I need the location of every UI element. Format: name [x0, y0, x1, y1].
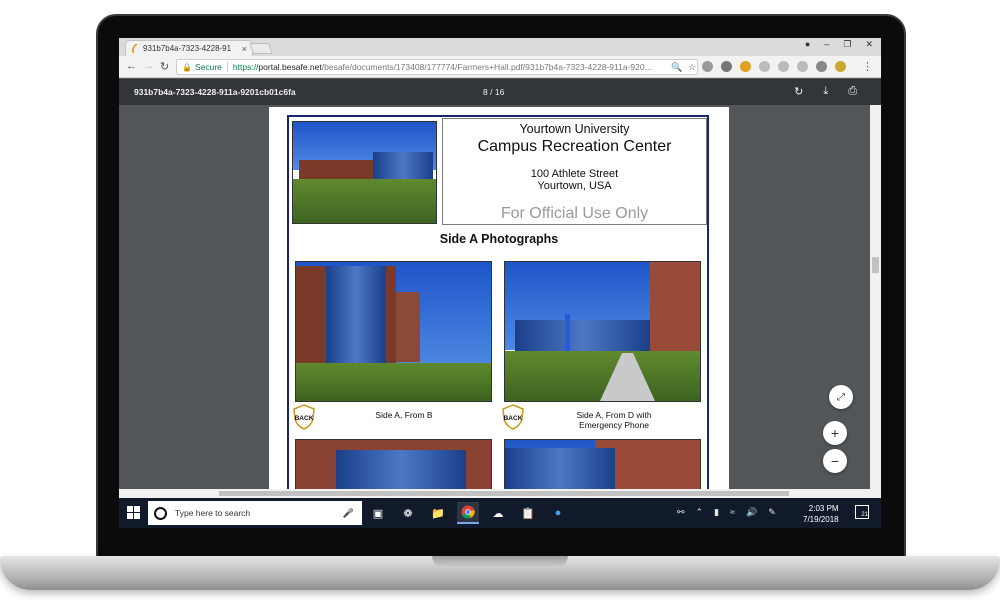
app-icon[interactable]: ☁	[487, 502, 509, 524]
page-indicator: 8 / 16	[483, 87, 504, 97]
header-building-photo	[292, 121, 437, 224]
volume-icon[interactable]: 🔊	[746, 507, 757, 518]
horizontal-scroll-thumb[interactable]	[219, 491, 789, 496]
system-tray: ⚯ ⌃ ▮ ≈ 🔊 ✎	[677, 507, 776, 518]
zoom-magnifier-icon[interactable]: 🔍	[671, 62, 682, 73]
vertical-scrollbar[interactable]	[870, 105, 881, 489]
app-icon[interactable]: ❁	[397, 502, 419, 524]
pdf-file-title: 931b7b4a-7323-4228-911a-9201cb01c6fa	[134, 87, 296, 97]
notification-count: 21	[861, 512, 868, 518]
extension-icons	[702, 61, 846, 72]
back-badge-text: BACK	[295, 415, 314, 422]
print-icon[interactable]: ⎙	[848, 85, 857, 98]
new-tab-button[interactable]	[248, 43, 274, 54]
browser-toolbar: ← → ↻ 🔒 Secure https:// portal.besafe.ne…	[119, 56, 881, 78]
window-controls: ● – ❐ ✕	[805, 39, 873, 50]
extension-icon[interactable]	[740, 61, 751, 72]
taskbar-search-input[interactable]: Type here to search 🎤	[148, 501, 362, 525]
url-scheme: https://	[232, 62, 259, 72]
city-address: Yourtown, USA	[537, 180, 612, 192]
zoom-in-button[interactable]: +	[823, 421, 847, 445]
restore-button[interactable]: ❐	[843, 39, 851, 50]
screen: 931b7b4a-7323-4228-91 × ● – ❐ ✕ ← → ↻ 🔒 …	[119, 38, 881, 528]
forward-button[interactable]: →	[143, 60, 154, 72]
extension-icon[interactable]	[797, 61, 808, 72]
page-separator: /	[490, 87, 493, 97]
horizontal-scrollbar[interactable]	[119, 489, 881, 498]
photo-caption-1: Side A, From B	[329, 410, 479, 420]
people-icon[interactable]: ⚯	[677, 507, 685, 518]
rotate-icon[interactable]: ↻	[794, 85, 803, 98]
app-icon[interactable]: 📋	[517, 502, 539, 524]
file-explorer-icon[interactable]: 📁	[427, 502, 449, 524]
side-a-from-b-photo	[295, 261, 492, 402]
windows-taskbar: Type here to search 🎤 ▣ ❁ 📁 ☁ 📋 ● ⚯ ⌃ ▮ …	[119, 498, 881, 528]
app-icon[interactable]: ●	[547, 502, 569, 524]
photo-caption-2: Side A, From D with Emergency Phone	[539, 410, 689, 430]
facility-name: Campus Recreation Center	[477, 138, 672, 155]
download-icon[interactable]: ⤓	[823, 85, 828, 98]
laptop-notch	[432, 556, 568, 568]
browser-tab[interactable]: 931b7b4a-7323-4228-91 ×	[125, 40, 253, 56]
caption-line: Emergency Phone	[579, 420, 649, 430]
wifi-icon[interactable]: ≈	[730, 507, 735, 518]
extension-icon[interactable]	[721, 61, 732, 72]
microphone-icon[interactable]: 🎤	[343, 508, 354, 519]
taskbar-clock[interactable]: 2:03 PM 7/19/2018	[803, 503, 839, 525]
clock-date: 7/19/2018	[803, 515, 839, 524]
pdf-actions: ↻ ⤓ ⎙	[794, 85, 857, 98]
pen-icon[interactable]: ✎	[768, 507, 776, 518]
university-name: Yourtown University	[519, 122, 630, 136]
chrome-icon[interactable]	[457, 502, 479, 524]
bookmark-star-icon[interactable]: ☆	[688, 62, 696, 73]
back-badge-text: BACK	[504, 415, 523, 422]
taskbar-apps: ▣ ❁ 📁 ☁ 📋 ●	[367, 502, 569, 524]
task-view-icon[interactable]: ▣	[367, 502, 389, 524]
reload-button[interactable]: ↻	[160, 60, 169, 73]
total-pages: 16	[494, 87, 505, 97]
zoom-out-button[interactable]: −	[823, 449, 847, 473]
tab-close-icon[interactable]: ×	[242, 44, 247, 54]
section-title: Side A Photographs	[439, 232, 559, 246]
extension-icon[interactable]	[778, 61, 789, 72]
fit-to-page-button[interactable]: ⤢	[829, 385, 853, 409]
tab-strip: 931b7b4a-7323-4228-91 × ● – ❐ ✕	[119, 38, 881, 56]
facility-info-box: Yourtown University Campus Recreation Ce…	[442, 118, 707, 225]
pdf-toolbar: 931b7b4a-7323-4228-911a-9201cb01c6fa 8 /…	[119, 79, 881, 105]
extension-icon[interactable]	[702, 61, 713, 72]
tab-title: 931b7b4a-7323-4228-91	[143, 44, 232, 53]
secure-label: Secure	[195, 62, 228, 72]
close-window-button[interactable]: ✕	[865, 39, 873, 50]
street-address: 100 Athlete Street	[530, 168, 619, 180]
omnibox-icons: 🔍 ☆	[671, 62, 696, 73]
back-badge-icon: BACK	[293, 404, 315, 430]
minimize-button[interactable]: –	[824, 39, 829, 50]
caption-line: Side A, From B	[375, 410, 433, 420]
profile-icon[interactable]: ●	[805, 39, 810, 50]
side-a-from-d-photo	[504, 261, 701, 402]
lock-icon: 🔒	[182, 62, 192, 72]
windows-start-icon[interactable]	[127, 506, 140, 519]
back-badge-icon: BACK	[502, 404, 524, 430]
url-path: /besafe/documents/173408/177774/Farmers+…	[321, 62, 652, 72]
caption-line: Side A, From D with	[576, 410, 652, 420]
search-placeholder: Type here to search	[175, 508, 251, 518]
cortana-icon	[154, 506, 167, 520]
official-use-notice: For Official Use Only	[500, 205, 649, 222]
notification-center-icon[interactable]: 21	[855, 505, 869, 519]
extension-icon[interactable]	[835, 61, 846, 72]
battery-icon[interactable]: ▮	[714, 507, 719, 518]
clock-time: 2:03 PM	[808, 504, 839, 513]
chevron-up-icon[interactable]: ⌃	[696, 507, 704, 518]
pdf-favicon-icon	[132, 44, 138, 53]
browser-menu-icon[interactable]: ⋮	[862, 60, 873, 73]
extension-icon[interactable]	[816, 61, 827, 72]
back-button[interactable]: ←	[126, 60, 137, 72]
current-page[interactable]: 8	[483, 87, 488, 97]
extension-icon[interactable]	[759, 61, 770, 72]
url-host: portal.besafe.net	[258, 62, 322, 72]
address-bar[interactable]: 🔒 Secure https:// portal.besafe.net /bes…	[176, 59, 698, 75]
vertical-scroll-thumb[interactable]	[872, 257, 879, 273]
pdf-page: Yourtown University Campus Recreation Ce…	[269, 107, 729, 528]
